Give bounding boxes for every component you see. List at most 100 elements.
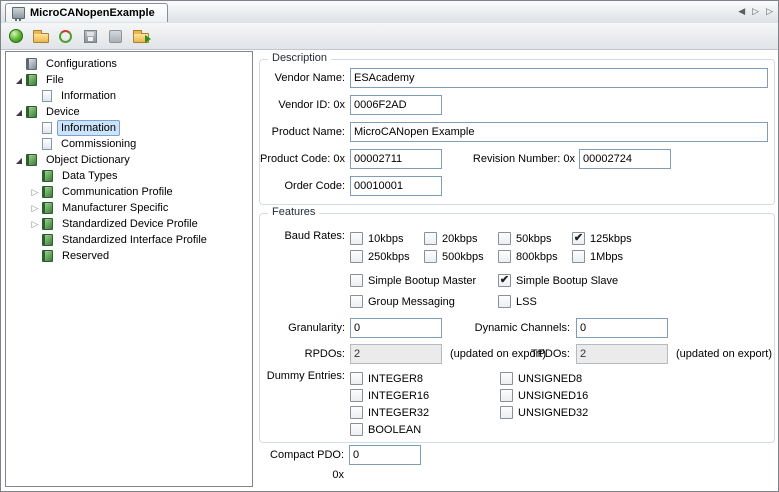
book-icon bbox=[26, 74, 37, 86]
tree-item-object-dictionary[interactable]: ◢ Object Dictionary bbox=[6, 152, 252, 168]
dynamic-channels-input[interactable] bbox=[576, 318, 668, 338]
checkbox-label: INTEGER32 bbox=[368, 407, 429, 419]
vendor-name-label: Vendor Name: bbox=[260, 68, 345, 88]
checkbox-label: LSS bbox=[516, 296, 537, 308]
checkbox-label: 1Mbps bbox=[590, 251, 623, 263]
product-code-input[interactable] bbox=[350, 149, 442, 169]
book-icon bbox=[42, 170, 53, 182]
checkbox-label: INTEGER8 bbox=[368, 373, 423, 385]
tpdos-label: TPDOs: bbox=[420, 344, 570, 364]
checkbox-1mbps[interactable]: 1Mbps bbox=[572, 249, 646, 264]
tab-microcanopenexample[interactable]: MicroCANopenExample bbox=[5, 3, 168, 22]
checkbox-20kbps[interactable]: 20kbps bbox=[424, 231, 498, 246]
vendor-id-label: Vendor ID: 0x bbox=[260, 95, 345, 115]
tree-item-file[interactable]: ◢ File bbox=[6, 72, 252, 88]
checked-checkbox-icon: ✔ bbox=[498, 274, 511, 287]
checkbox-simple-bootup-master[interactable]: Simple Bootup Master bbox=[350, 273, 498, 288]
product-name-input[interactable] bbox=[350, 122, 768, 142]
tab-nav-arrows: ◀ ▷ ▷ bbox=[738, 6, 773, 17]
unchecked-checkbox-icon bbox=[350, 250, 363, 263]
scroll-right-icon[interactable]: ▷ bbox=[752, 6, 759, 17]
book-icon bbox=[26, 154, 37, 166]
scroll-left-icon[interactable]: ◀ bbox=[738, 6, 745, 17]
vendor-id-input[interactable] bbox=[350, 95, 442, 115]
checkbox-800kbps[interactable]: 800kbps bbox=[498, 249, 572, 264]
export-button[interactable] bbox=[129, 25, 152, 47]
features-legend: Features bbox=[268, 206, 319, 218]
tree-item-commissioning[interactable]: Commissioning bbox=[6, 136, 252, 152]
vendor-name-input[interactable] bbox=[350, 68, 768, 88]
compact-pdo-label: Compact PDO: 0x bbox=[259, 445, 344, 465]
checkbox-simple-bootup-slave[interactable]: ✔Simple Bootup Slave bbox=[498, 273, 646, 288]
tree-item-label: Communication Profile bbox=[58, 184, 177, 200]
checkbox-unsigned16[interactable]: UNSIGNED16 bbox=[500, 388, 588, 403]
checkbox-unsigned8[interactable]: UNSIGNED8 bbox=[500, 371, 588, 386]
revision-number-label: Revision Number: 0x bbox=[440, 149, 575, 169]
checkbox-label: UNSIGNED32 bbox=[518, 407, 588, 419]
checkbox-500kbps[interactable]: 500kbps bbox=[424, 249, 498, 264]
expander-icon[interactable]: ◢ bbox=[12, 156, 26, 165]
tree-item-label: Standardized Interface Profile bbox=[58, 232, 211, 248]
refresh-button[interactable] bbox=[54, 25, 77, 47]
checkbox-label: Group Messaging bbox=[368, 296, 455, 308]
checkbox-integer16[interactable]: INTEGER16 bbox=[350, 388, 429, 403]
revision-number-input[interactable] bbox=[579, 149, 671, 169]
save-button[interactable] bbox=[79, 25, 102, 47]
checkbox-lss[interactable]: LSS bbox=[498, 294, 646, 309]
tree-item-manufacturer-specific[interactable]: ▷Manufacturer Specific bbox=[6, 200, 252, 216]
scroll-right-icon[interactable]: ▷ bbox=[766, 6, 773, 17]
tree-item-data-types[interactable]: Data Types bbox=[6, 168, 252, 184]
tree-item-information[interactable]: Information bbox=[6, 120, 252, 136]
book-icon bbox=[42, 202, 53, 214]
expander-icon[interactable]: ◢ bbox=[12, 108, 26, 117]
checkbox-50kbps[interactable]: 50kbps bbox=[498, 231, 572, 246]
baud-rates-checkbox-grid: 10kbps20kbps 50kbps ✔125kbps 250kbps 500kbps… bbox=[350, 231, 646, 264]
tree-item-device[interactable]: ◢Device bbox=[6, 104, 252, 120]
config-icon bbox=[26, 58, 37, 70]
checkbox-label: 50kbps bbox=[516, 233, 551, 245]
tpdos-note: (updated on export) bbox=[676, 344, 772, 364]
checkbox-integer8[interactable]: INTEGER8 bbox=[350, 371, 429, 386]
expander-icon[interactable]: ▷ bbox=[28, 219, 42, 230]
settings-button[interactable] bbox=[104, 25, 127, 47]
checkbox-group-messaging[interactable]: Group Messaging bbox=[350, 294, 498, 309]
checkbox-250kbps[interactable]: 250kbps bbox=[350, 249, 424, 264]
checkbox-125kbps[interactable]: ✔125kbps bbox=[572, 231, 646, 246]
tree-item-label: Information bbox=[57, 120, 120, 136]
checkbox-boolean[interactable]: BOOLEAN bbox=[350, 422, 429, 437]
order-code-input[interactable] bbox=[350, 176, 442, 196]
open-button[interactable] bbox=[29, 25, 52, 47]
granularity-label: Granularity: bbox=[260, 318, 345, 338]
tree-item-standardized-device-profile[interactable]: ▷ Standardized Device Profile bbox=[6, 216, 252, 232]
tree-item-label: Commissioning bbox=[57, 136, 140, 152]
book-icon bbox=[42, 250, 53, 262]
unchecked-checkbox-icon bbox=[350, 274, 363, 287]
tree-item-configurations[interactable]: Configurations bbox=[6, 56, 252, 72]
compact-pdo-input[interactable] bbox=[349, 445, 421, 465]
dummy-entries-label: Dummy Entries: bbox=[260, 369, 345, 384]
new-button[interactable] bbox=[4, 25, 27, 47]
tree-item-information[interactable]: Information bbox=[6, 88, 252, 104]
checkbox-integer32[interactable]: INTEGER32 bbox=[350, 405, 429, 420]
bootup-options-checkbox-grid: Simple Bootup Master✔Simple Bootup Slave… bbox=[350, 273, 646, 309]
expander-icon[interactable]: ◢ bbox=[12, 76, 26, 85]
checkbox-unsigned32[interactable]: UNSIGNED32 bbox=[500, 405, 588, 420]
dynamic-channels-label: Dynamic Channels: bbox=[420, 318, 570, 338]
tree-item-label: Reserved bbox=[58, 248, 113, 264]
unchecked-checkbox-icon bbox=[350, 295, 363, 308]
tree-item-reserved[interactable]: Reserved bbox=[6, 248, 252, 264]
book-icon bbox=[42, 218, 53, 230]
expander-icon[interactable]: ▷ bbox=[28, 203, 42, 214]
tree-item-label: Standardized Device Profile bbox=[58, 216, 202, 232]
checkbox-label: 250kbps bbox=[368, 251, 410, 263]
tree-item-communication-profile[interactable]: ▷ Communication Profile bbox=[6, 184, 252, 200]
tree-item-label: Object Dictionary bbox=[42, 152, 134, 168]
tree-item-standardized-interface-profile[interactable]: Standardized Interface Profile bbox=[6, 232, 252, 248]
checkbox-10kbps[interactable]: 10kbps bbox=[350, 231, 424, 246]
app-window: MicroCANopenExample ◀ ▷ ▷ Configurations ◢ F… bbox=[0, 0, 779, 492]
page-icon bbox=[42, 138, 52, 150]
unchecked-checkbox-icon bbox=[350, 232, 363, 245]
expander-icon[interactable]: ▷ bbox=[28, 187, 42, 198]
checkbox-label: 125kbps bbox=[590, 233, 632, 245]
tree-item-label: File bbox=[42, 72, 68, 88]
